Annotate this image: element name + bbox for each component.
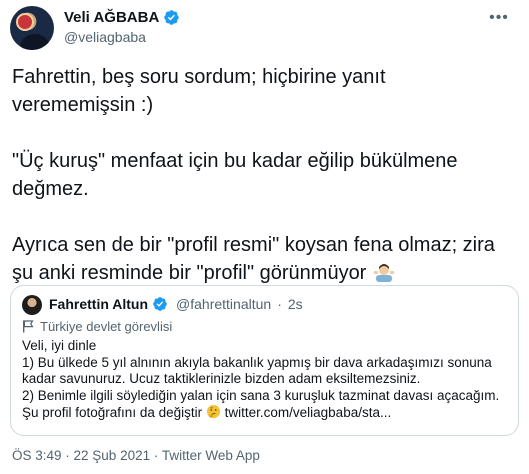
tweet-metadata[interactable]: ÖS 3:49 · 22 Şub 2021 · Twitter Web App <box>12 448 260 463</box>
person-gesturing-emoji-icon <box>373 264 394 282</box>
flag-icon <box>23 320 34 333</box>
more-options-icon[interactable]: ••• <box>486 9 512 26</box>
quoted-tweet[interactable]: Fahrettin Altun @fahrettinaltun · 2s Tür… <box>10 285 519 436</box>
author-handle[interactable]: @veliagbaba <box>64 29 146 45</box>
tweet-paragraph-3: Ayrıca sen de bir "profil resmi" koysan … <box>12 234 495 284</box>
quoted-tweet-text: Veli, iyi dinle 1) Bu ülkede 5 yıl alnın… <box>22 338 500 420</box>
thinking-face-emoji-icon <box>206 404 220 419</box>
verified-badge-icon <box>153 297 167 311</box>
tweet-text: Fahrettin, beş soru sordum; hiçbirine ya… <box>12 63 517 287</box>
author-name[interactable]: Veli AĞBABA <box>64 9 159 26</box>
government-label: Türkiye devlet görevlisi <box>22 319 172 334</box>
tweet-paragraph-2: "Üç kuruş" menfaat için bu kadar eğilip … <box>12 150 458 200</box>
quoted-author-row: Fahrettin Altun @fahrettinaltun · 2s <box>49 296 303 312</box>
quoted-tweet-link[interactable]: twitter.com/veliagbaba/sta... <box>225 405 392 420</box>
tweet-paragraph-1: Fahrettin, beş soru sordum; hiçbirine ya… <box>12 66 386 116</box>
avatar-badge <box>16 13 34 31</box>
author-avatar[interactable] <box>10 6 54 50</box>
quoted-author-avatar <box>22 295 42 315</box>
quoted-separator: · <box>277 296 282 312</box>
quoted-author-handle: @fahrettinaltun <box>176 296 272 312</box>
author-name-row: Veli AĞBABA <box>64 9 180 26</box>
quoted-author-name: Fahrettin Altun <box>49 296 149 312</box>
government-label-text: Türkiye devlet görevlisi <box>40 319 173 334</box>
verified-badge-icon <box>164 10 180 25</box>
tweet-header: Veli AĞBABA @veliagbaba ••• <box>10 6 520 50</box>
quoted-time: 2s <box>287 296 303 312</box>
